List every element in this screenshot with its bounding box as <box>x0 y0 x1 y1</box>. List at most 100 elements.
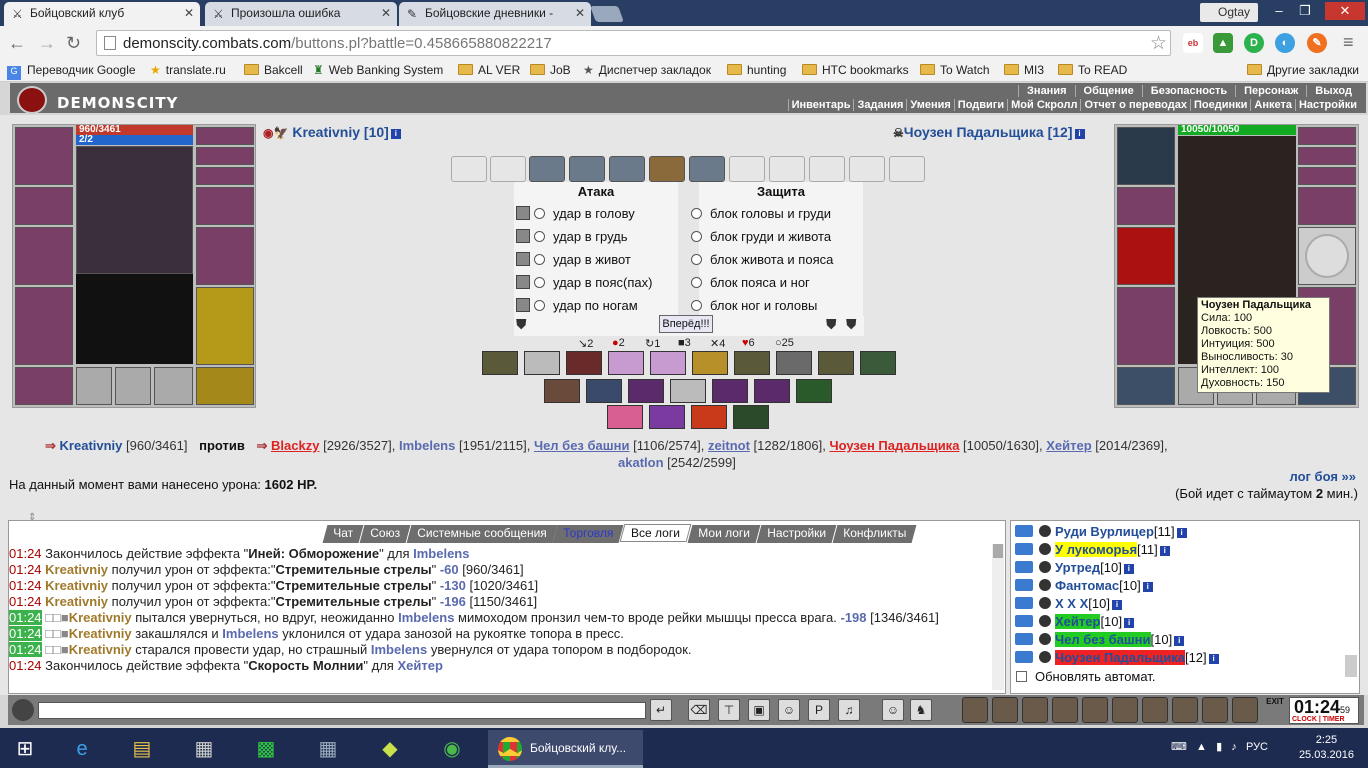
skill-icon[interactable] <box>586 379 622 403</box>
calculator-icon[interactable]: ▦ <box>306 732 350 766</box>
close-tab-icon[interactable]: ✕ <box>575 6 585 20</box>
scroll-slot[interactable] <box>729 156 765 182</box>
taskbar-chrome-window[interactable]: Бойцовский клу... <box>488 730 643 768</box>
radio[interactable] <box>691 231 702 242</box>
info-icon[interactable]: i <box>1208 654 1219 664</box>
checkbox[interactable] <box>1016 671 1027 682</box>
extension-green-icon[interactable]: ▲ <box>1213 33 1233 53</box>
radio[interactable] <box>534 208 545 219</box>
bookmark-to-read[interactable]: To READ <box>1058 63 1127 77</box>
eraser-icon[interactable]: ⌫ <box>688 699 710 721</box>
bracers-slot[interactable] <box>1117 187 1175 225</box>
menu-button-icon[interactable] <box>1112 697 1138 723</box>
skill-icon[interactable] <box>776 351 812 375</box>
block-head-chest[interactable]: блок головы и груди <box>691 200 831 223</box>
submenu-my-scroll[interactable]: Мой Скролл <box>1007 99 1081 111</box>
menu-button-icon[interactable] <box>1172 697 1198 723</box>
boots-slot[interactable] <box>196 367 254 405</box>
ring-slot[interactable] <box>76 367 112 405</box>
skill-icon[interactable] <box>566 351 602 375</box>
gloves-slot[interactable] <box>1298 187 1356 225</box>
online-player[interactable]: Фантомас[10] i <box>1015 578 1153 593</box>
radio[interactable] <box>691 254 702 265</box>
volume-icon[interactable]: ♪ <box>1231 741 1237 753</box>
menu-button-icon[interactable] <box>1142 697 1168 723</box>
block-stomach-belt[interactable]: блок живота и пояса <box>691 246 833 269</box>
submenu-inventory[interactable]: Инвентарь <box>787 99 854 111</box>
skill-icon[interactable] <box>650 351 686 375</box>
private-message-icon[interactable] <box>1015 633 1033 645</box>
menu-communication[interactable]: Общение <box>1074 85 1142 97</box>
extension-blue-icon[interactable]: ◐ <box>1275 33 1295 53</box>
menu-knowledge[interactable]: Знания <box>1018 85 1074 97</box>
submenu-quests[interactable]: Задания <box>853 99 907 111</box>
radio[interactable] <box>534 277 545 288</box>
taskbar-clock[interactable]: 2:25 25.03.2016 <box>1299 733 1354 763</box>
belt-slot[interactable] <box>15 367 73 405</box>
scroll-slot[interactable] <box>529 156 565 182</box>
bookmark-hunting[interactable]: hunting <box>727 63 786 77</box>
forward-icon[interactable]: → <box>38 33 56 54</box>
online-player[interactable]: Х Х Х[10] i <box>1015 596 1122 611</box>
scroll-slot[interactable] <box>849 156 885 182</box>
menu-button-icon[interactable] <box>1232 697 1258 723</box>
radio[interactable] <box>534 231 545 242</box>
tab-error[interactable]: ⚔ Произошла ошибка ✕ <box>205 2 397 26</box>
bookmark-bakcell[interactable]: Bakcell <box>244 63 303 77</box>
tab-settings[interactable]: Настройки <box>756 525 837 543</box>
radio[interactable] <box>534 300 545 311</box>
info-icon[interactable]: i <box>1159 546 1170 556</box>
keyboard-icon[interactable]: ⌨ <box>1171 741 1187 753</box>
network-icon[interactable]: ▮ <box>1216 741 1222 753</box>
private-message-icon[interactable] <box>1015 525 1033 537</box>
tab-fighting-club[interactable]: ⚔ Бойцовский клуб ✕ <box>4 2 200 26</box>
save-icon[interactable]: ▣ <box>748 699 770 721</box>
online-player[interactable]: У лукоморья[11] i <box>1015 542 1170 557</box>
submenu-skills[interactable]: Умения <box>906 99 954 111</box>
scroll-slot[interactable] <box>809 156 845 182</box>
block-chest-stomach[interactable]: блок груди и живота <box>691 223 831 246</box>
menu-exit[interactable]: Выход <box>1306 85 1360 97</box>
smile-icon[interactable]: ☺ <box>882 699 904 721</box>
tab-system[interactable]: Системные сообщения <box>406 525 557 543</box>
online-player[interactable]: Уртред[10] i <box>1015 560 1134 575</box>
skill-icon[interactable] <box>734 351 770 375</box>
earrings-slot[interactable] <box>196 147 254 165</box>
bookmark-to-watch[interactable]: To Watch <box>920 63 990 77</box>
close-window-button[interactable]: ✕ <box>1325 2 1365 20</box>
evernote-icon[interactable]: ◉ <box>430 732 474 766</box>
menu-character[interactable]: Персонаж <box>1235 85 1306 97</box>
enemy-link[interactable]: zeitnot <box>708 438 750 453</box>
filter-icon[interactable]: ⊤ <box>718 699 740 721</box>
submenu-settings[interactable]: Настройки <box>1294 99 1360 111</box>
file-explorer-icon[interactable]: ▤ <box>120 732 164 766</box>
menu-button-icon[interactable] <box>1082 697 1108 723</box>
skill-icon[interactable] <box>754 379 790 403</box>
attack-head[interactable]: удар в голову <box>516 200 635 223</box>
windows-start-icon[interactable]: ⊞ <box>3 732 47 766</box>
folder-icon[interactable]: ◆ <box>368 732 412 766</box>
necklace-slot[interactable] <box>1298 167 1356 185</box>
translit-icon[interactable]: P <box>808 699 830 721</box>
info-icon[interactable]: i <box>1123 564 1134 574</box>
menu-icon[interactable]: ≡ <box>1343 32 1354 53</box>
tab-chat[interactable]: Чат <box>322 525 364 543</box>
battle-log-link[interactable]: лог боя »» <box>1289 469 1356 484</box>
ebay-extension-icon[interactable]: eb <box>1183 33 1203 53</box>
necklace-slot[interactable] <box>196 167 254 185</box>
scroll-slot[interactable] <box>490 156 526 182</box>
chat-input[interactable] <box>38 702 646 719</box>
info-icon[interactable]: i <box>1111 600 1122 610</box>
bracers-slot[interactable] <box>15 187 73 225</box>
submenu-transfer-report[interactable]: Отчет о переводах <box>1080 99 1190 111</box>
amulet-slot[interactable] <box>1298 127 1356 145</box>
enemy-link[interactable]: Хейтер <box>1046 438 1091 453</box>
scroll-slot[interactable] <box>569 156 605 182</box>
armor-slot[interactable] <box>1117 287 1175 365</box>
private-message-icon[interactable] <box>1015 579 1033 591</box>
radio[interactable] <box>691 277 702 288</box>
belt-slot[interactable] <box>1117 367 1175 405</box>
skill-icon[interactable] <box>628 379 664 403</box>
tab-union[interactable]: Союз <box>359 525 411 543</box>
bookmark-manager[interactable]: ★ Диспетчер закладок <box>583 63 711 77</box>
